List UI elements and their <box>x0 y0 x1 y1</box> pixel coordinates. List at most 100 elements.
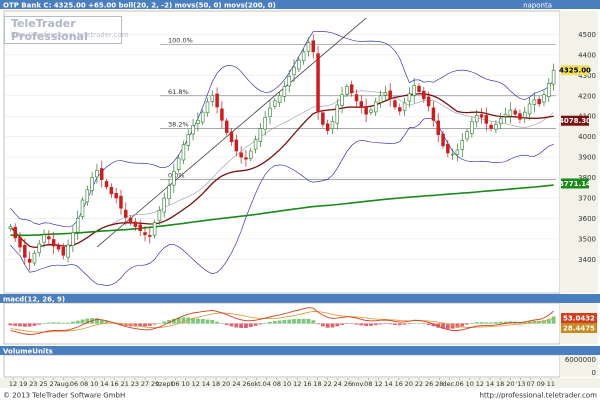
macd-histogram-bar <box>268 321 272 324</box>
candle-body <box>205 101 210 114</box>
macd-histogram-bar <box>75 320 80 324</box>
date-tick-label: 16 <box>395 380 403 388</box>
date-tick-label: 16 <box>110 380 118 388</box>
macd-histogram-bar <box>364 323 369 327</box>
macd-histogram-bar <box>244 323 248 328</box>
macd-histogram-bar <box>219 323 224 324</box>
price-tick-label: 3600 <box>578 215 596 223</box>
interval-label[interactable]: naponta <box>523 2 552 10</box>
macd-histogram-bar <box>498 321 503 324</box>
macd-histogram-bar <box>253 323 258 326</box>
candle-body <box>75 218 80 233</box>
candle-body <box>109 187 114 195</box>
candle-body <box>99 168 104 180</box>
price-tick-label: 3700 <box>578 195 596 203</box>
volume-header-bar <box>0 346 600 355</box>
price-tick-label: 3900 <box>578 154 596 162</box>
macd-histogram-bar <box>484 322 489 324</box>
macd-histogram-bar <box>282 320 287 324</box>
footer-url[interactable]: http://professional.teletrader.com <box>480 392 598 400</box>
macd-histogram-bar <box>162 321 167 324</box>
macd-histogram-bar <box>412 323 417 324</box>
candle-body <box>162 197 166 213</box>
candle-body <box>479 114 484 118</box>
candle-body <box>13 226 17 239</box>
candle-body <box>306 42 311 52</box>
date-tick-label: 27 <box>141 380 149 388</box>
macd-histogram-bar <box>272 320 277 324</box>
macd-header-bar <box>0 294 600 303</box>
candle-body <box>393 100 397 108</box>
date-tick-label: 10 <box>90 380 98 388</box>
candle-body <box>186 134 191 146</box>
candle-body <box>292 66 296 75</box>
watermark-url: http://professional.teletrader.com <box>11 31 129 39</box>
last-close-label: 4325.00 <box>559 67 591 75</box>
candle-body <box>436 120 440 135</box>
candle-body <box>157 209 162 221</box>
macd-histogram-bar <box>287 319 292 324</box>
candle-body <box>422 90 426 100</box>
macd-histogram-bar <box>460 323 465 327</box>
watermark: TeleTrader Professional http://professio… <box>4 16 128 44</box>
macd-title: macd(12, 26, 9) <box>3 296 65 304</box>
candle-body <box>431 107 436 121</box>
candle-body <box>398 107 402 112</box>
macd-histogram-bar <box>301 318 306 324</box>
candle-body <box>364 106 368 115</box>
candle-body <box>268 107 272 117</box>
candle-body <box>441 133 445 147</box>
candle-body <box>80 199 85 217</box>
macd-histogram-bar <box>46 322 51 324</box>
candle-body <box>224 120 229 133</box>
candle-body <box>47 236 51 240</box>
macd-histogram-bar <box>42 323 46 324</box>
date-tick-label: 14 <box>202 380 210 388</box>
volume-title: VolumeUnits <box>3 348 53 356</box>
chart-window: OTP Bank C: 4325.00 +65.00 boll(20, 2, -… <box>0 0 600 400</box>
date-tick-label: '13 <box>515 380 525 388</box>
date-tick-label: 12 <box>9 380 17 388</box>
date-tick-label: 10 <box>283 380 291 388</box>
date-tick-label: 20 <box>405 380 413 388</box>
macd-histogram-bar <box>311 320 316 324</box>
candle-body <box>128 217 133 223</box>
date-axis: 12 19 23 25 27aug.06 08 10 14 16 21 23 27 29szept.06… <box>9 378 555 388</box>
date-tick-label: 08 <box>273 380 281 388</box>
date-tick-label: 04 <box>263 380 271 388</box>
candle-body <box>200 111 205 123</box>
price-tick-label: 3400 <box>578 256 596 264</box>
macd-histogram-bar <box>397 323 402 326</box>
candle-body <box>402 102 407 111</box>
macd-histogram-bar <box>248 323 253 327</box>
candle-body <box>532 99 537 105</box>
watermark-logo: TeleTrader Professional <box>11 17 88 43</box>
macd-histogram-bar <box>70 321 75 324</box>
date-tick-label: 25 <box>39 380 47 388</box>
candle-body <box>282 86 287 97</box>
candle-body <box>196 120 200 124</box>
candle-body <box>503 113 508 117</box>
candle-body <box>148 235 152 237</box>
macd-histogram-bar <box>421 323 426 324</box>
candle-body <box>345 86 349 95</box>
macd-histogram-bar <box>407 323 412 324</box>
candle-body <box>316 53 320 113</box>
macd-histogram-bar <box>489 322 494 324</box>
date-tick-label: 06 <box>455 380 463 388</box>
candle-body <box>494 124 498 130</box>
candle-body <box>349 84 354 94</box>
candle-body <box>220 108 224 121</box>
candle-body <box>18 236 22 248</box>
date-tick-label: 09 <box>537 380 545 388</box>
macd-histogram-bar <box>239 323 244 328</box>
macd-histogram-bar <box>210 320 215 324</box>
macd-histogram-bar <box>316 323 320 325</box>
candle-body <box>273 100 277 107</box>
date-tick-label: 21 <box>121 380 129 388</box>
candle-body <box>181 144 186 161</box>
macd-histogram-bar <box>18 323 22 327</box>
candle-body <box>537 98 541 105</box>
price-tick-label: 4200 <box>578 92 596 100</box>
candle-body <box>388 90 392 100</box>
